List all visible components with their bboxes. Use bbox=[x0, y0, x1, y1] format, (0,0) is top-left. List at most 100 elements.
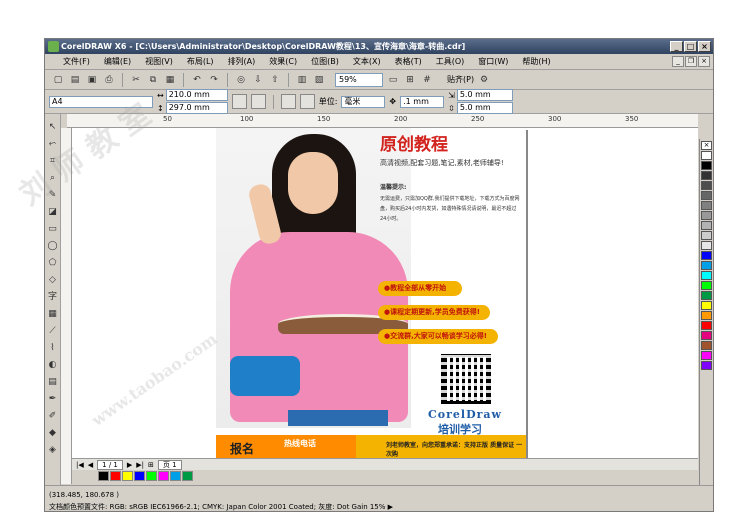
ellipse-tool-icon[interactable]: ◯ bbox=[47, 239, 59, 253]
vertical-ruler[interactable] bbox=[61, 128, 72, 484]
connector-tool-icon[interactable]: ⌇ bbox=[47, 341, 59, 355]
palette-swatch[interactable] bbox=[701, 361, 712, 370]
paper-size-dropdown[interactable]: A4 bbox=[49, 95, 153, 108]
all-pages-button[interactable] bbox=[280, 94, 296, 109]
horizontal-ruler[interactable]: 50 100 150 200 250 300 350 bbox=[67, 114, 698, 128]
page-tab[interactable]: 页 1 bbox=[157, 459, 182, 470]
menu-view[interactable]: 视图(V) bbox=[145, 56, 173, 67]
document-color-swatch[interactable] bbox=[146, 471, 157, 481]
footer-promise[interactable]: 刘老师教室，向您郑重承诺：支持正版 质量保证 一次购 bbox=[386, 440, 526, 458]
current-page-button[interactable] bbox=[299, 94, 315, 109]
zoom-level-dropdown[interactable]: 59% bbox=[335, 72, 383, 87]
crop-tool-icon[interactable]: ⌗ bbox=[47, 154, 59, 168]
print-icon[interactable]: ⎙ bbox=[102, 73, 116, 87]
export-icon[interactable]: ⇧ bbox=[268, 73, 282, 87]
pick-tool-icon[interactable]: ↖ bbox=[47, 120, 59, 134]
menu-effects[interactable]: 效果(C) bbox=[269, 56, 297, 67]
palette-swatch[interactable] bbox=[701, 161, 712, 170]
menu-table[interactable]: 表格(T) bbox=[395, 56, 422, 67]
palette-swatch[interactable] bbox=[701, 211, 712, 220]
show-grid-icon[interactable]: # bbox=[420, 73, 434, 87]
copy-icon[interactable]: ⧉ bbox=[146, 73, 160, 87]
maximize-button[interactable]: □ bbox=[684, 41, 697, 52]
page-width-field[interactable]: 210.0 mm bbox=[165, 89, 228, 101]
full-screen-icon[interactable]: ▭ bbox=[386, 73, 400, 87]
palette-swatch[interactable] bbox=[701, 191, 712, 200]
welcome-screen-icon[interactable]: ▧ bbox=[312, 73, 326, 87]
document-color-swatch[interactable] bbox=[122, 471, 133, 481]
polygon-tool-icon[interactable]: ⬠ bbox=[47, 256, 59, 270]
palette-swatch[interactable] bbox=[701, 171, 712, 180]
palette-swatch[interactable] bbox=[701, 251, 712, 260]
zoom-tool-icon[interactable]: ⌕ bbox=[47, 171, 59, 185]
app-launcher-icon[interactable]: ▥ bbox=[295, 73, 309, 87]
document-color-swatch[interactable] bbox=[182, 471, 193, 481]
new-document-icon[interactable]: ▢ bbox=[51, 73, 65, 87]
blend-tool-icon[interactable]: ◐ bbox=[47, 358, 59, 372]
footer-signup[interactable]: 报名 bbox=[230, 440, 254, 457]
palette-swatch[interactable] bbox=[701, 271, 712, 280]
close-button[interactable]: × bbox=[698, 41, 711, 52]
document-color-swatch[interactable] bbox=[98, 471, 109, 481]
menu-bitmaps[interactable]: 位图(B) bbox=[311, 56, 339, 67]
transparency-tool-icon[interactable]: ▤ bbox=[47, 375, 59, 389]
text-tool-icon[interactable]: 字 bbox=[47, 290, 59, 304]
dimension-tool-icon[interactable]: ⟋ bbox=[47, 324, 59, 338]
menu-layout[interactable]: 布局(L) bbox=[187, 56, 214, 67]
save-icon[interactable]: ▣ bbox=[85, 73, 99, 87]
smart-fill-icon[interactable]: ◪ bbox=[47, 205, 59, 219]
menu-edit[interactable]: 编辑(E) bbox=[104, 56, 131, 67]
document-color-swatch[interactable] bbox=[158, 471, 169, 481]
menu-text[interactable]: 文本(X) bbox=[353, 56, 381, 67]
tip-heading[interactable]: 温馨提示: bbox=[380, 182, 406, 191]
palette-swatch[interactable] bbox=[701, 281, 712, 290]
palette-swatch[interactable] bbox=[701, 331, 712, 340]
poster-subtitle[interactable]: 高清视频,配套习题,笔记,素材,老师辅导! bbox=[380, 158, 504, 168]
cut-icon[interactable]: ✂ bbox=[129, 73, 143, 87]
palette-swatch[interactable] bbox=[701, 261, 712, 270]
palette-swatch[interactable] bbox=[701, 321, 712, 330]
brand-coreldraw[interactable]: CorelDraw bbox=[428, 408, 502, 421]
palette-swatch[interactable] bbox=[701, 231, 712, 240]
nudge-distance-field[interactable]: .1 mm bbox=[400, 95, 445, 108]
footer-hotline[interactable]: 热线电话 bbox=[284, 438, 316, 449]
import-icon[interactable]: ⇩ bbox=[251, 73, 265, 87]
doc-close-button[interactable]: × bbox=[698, 56, 710, 67]
portrait-button[interactable] bbox=[231, 94, 247, 109]
add-page-icon[interactable]: ⊞ bbox=[148, 461, 154, 469]
first-page-icon[interactable]: |◀ bbox=[76, 461, 84, 469]
last-page-icon[interactable]: ▶| bbox=[136, 461, 144, 469]
document-color-swatch[interactable] bbox=[110, 471, 121, 481]
page-counter[interactable]: 1 / 1 bbox=[97, 459, 123, 470]
poster-title[interactable]: 原创教程 bbox=[380, 130, 448, 155]
units-dropdown[interactable]: 毫米 bbox=[341, 95, 386, 108]
redo-icon[interactable]: ↷ bbox=[207, 73, 221, 87]
options-gear-icon[interactable]: ⚙ bbox=[477, 73, 491, 87]
student-photo[interactable] bbox=[216, 128, 411, 428]
basic-shapes-icon[interactable]: ◇ bbox=[47, 273, 59, 287]
duplicate-x-field[interactable]: 5.0 mm bbox=[456, 89, 513, 101]
open-folder-icon[interactable]: ▤ bbox=[68, 73, 82, 87]
table-tool-icon[interactable]: ▦ bbox=[47, 307, 59, 321]
palette-swatch[interactable] bbox=[701, 221, 712, 230]
palette-swatch[interactable] bbox=[701, 241, 712, 250]
palette-swatch[interactable] bbox=[701, 341, 712, 350]
shape-tool-icon[interactable]: ⬿ bbox=[47, 137, 59, 151]
palette-swatch[interactable] bbox=[701, 291, 712, 300]
minimize-button[interactable]: _ bbox=[670, 41, 683, 52]
prev-page-icon[interactable]: ◀ bbox=[88, 461, 93, 469]
search-content-icon[interactable]: ◎ bbox=[234, 73, 248, 87]
paste-icon[interactable]: ▦ bbox=[163, 73, 177, 87]
menu-file[interactable]: 文件(F) bbox=[63, 56, 90, 67]
menu-arrange[interactable]: 排列(A) bbox=[228, 56, 256, 67]
snap-to-dropdown[interactable]: 贴齐(P) bbox=[447, 74, 474, 85]
interactive-fill-icon[interactable]: ◈ bbox=[47, 443, 59, 457]
palette-swatch[interactable] bbox=[701, 201, 712, 210]
menu-window[interactable]: 窗口(W) bbox=[478, 56, 508, 67]
no-fill-swatch[interactable]: × bbox=[701, 141, 712, 150]
undo-icon[interactable]: ↶ bbox=[190, 73, 204, 87]
feature-pill[interactable]: ●教程全部从零开始 bbox=[378, 281, 462, 296]
palette-swatch[interactable] bbox=[701, 151, 712, 160]
palette-swatch[interactable] bbox=[701, 351, 712, 360]
document-color-swatch[interactable] bbox=[134, 471, 145, 481]
